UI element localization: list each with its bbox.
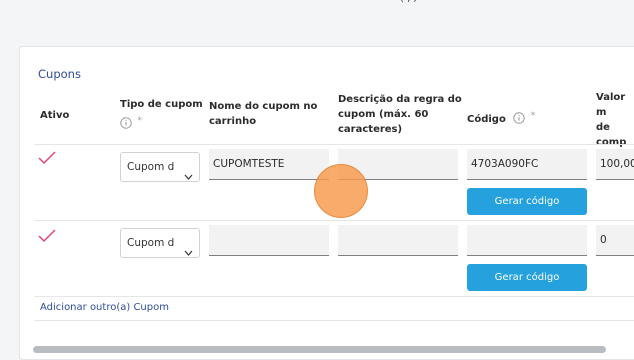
coupon-description-field[interactable] bbox=[338, 225, 458, 256]
coupon-code-field[interactable]: 4703A090FC bbox=[467, 149, 587, 180]
check-icon[interactable] bbox=[38, 150, 56, 169]
header-tipo: Tipo de cupom * bbox=[120, 97, 203, 134]
header-nome: Nome do cupom no carrinho bbox=[209, 99, 317, 129]
top-strip: ( , , bbox=[0, 0, 634, 8]
check-icon[interactable] bbox=[38, 228, 56, 247]
row-divider bbox=[34, 296, 634, 297]
row-divider bbox=[34, 144, 634, 145]
chevron-down-icon bbox=[184, 163, 193, 181]
coupon-type-select[interactable]: Cupom d bbox=[120, 228, 200, 258]
coupon-name-field[interactable] bbox=[209, 225, 329, 256]
top-text-fragment: ( , , bbox=[400, 0, 417, 4]
header-nome-line1: Nome do cupom no bbox=[209, 101, 318, 112]
info-icon[interactable] bbox=[120, 117, 132, 134]
info-icon[interactable] bbox=[513, 112, 526, 129]
header-descricao-line1: Descrição da regra do bbox=[338, 94, 462, 105]
coupon-type-value: Cupom d bbox=[127, 161, 175, 173]
generate-code-button[interactable]: Gerar código bbox=[467, 264, 587, 291]
click-indicator bbox=[314, 164, 368, 218]
header-nome-line2: carrinho bbox=[209, 116, 257, 127]
header-ativo: Ativo bbox=[40, 110, 70, 121]
header-valor-line2: de comp bbox=[596, 122, 627, 148]
coupon-code-field[interactable] bbox=[467, 225, 587, 256]
coupon-type-value: Cupom d bbox=[127, 237, 175, 249]
minimum-value-field[interactable]: 100,00 bbox=[596, 149, 634, 180]
coupon-type-select[interactable]: Cupom d bbox=[120, 152, 200, 182]
header-descricao-line3: caracteres) bbox=[338, 124, 403, 135]
minimum-value-field[interactable]: 0 bbox=[596, 225, 634, 256]
header-tipo-label: Tipo de cupom bbox=[120, 99, 203, 110]
chevron-down-icon bbox=[184, 239, 193, 257]
scrollbar-thumb[interactable] bbox=[33, 346, 606, 353]
footer-divider bbox=[34, 320, 634, 321]
header-valor-line1: Valor m bbox=[596, 92, 626, 118]
header-codigo: Código * bbox=[467, 109, 535, 129]
required-mark: * bbox=[530, 111, 536, 121]
row-divider bbox=[34, 220, 634, 221]
required-mark: * bbox=[137, 116, 142, 126]
header-descricao: Descrição da regra do cupom (máx. 60 car… bbox=[338, 92, 462, 137]
coupon-name-field[interactable]: CUPOMTESTE bbox=[209, 149, 329, 180]
generate-code-button[interactable]: Gerar código bbox=[467, 188, 587, 215]
add-coupon-link[interactable]: Adicionar outro(a) Cupom bbox=[40, 302, 169, 313]
section-title: Cupons bbox=[38, 67, 81, 81]
header-descricao-line2: cupom (máx. 60 bbox=[338, 109, 429, 120]
header-codigo-label: Código bbox=[467, 114, 506, 125]
